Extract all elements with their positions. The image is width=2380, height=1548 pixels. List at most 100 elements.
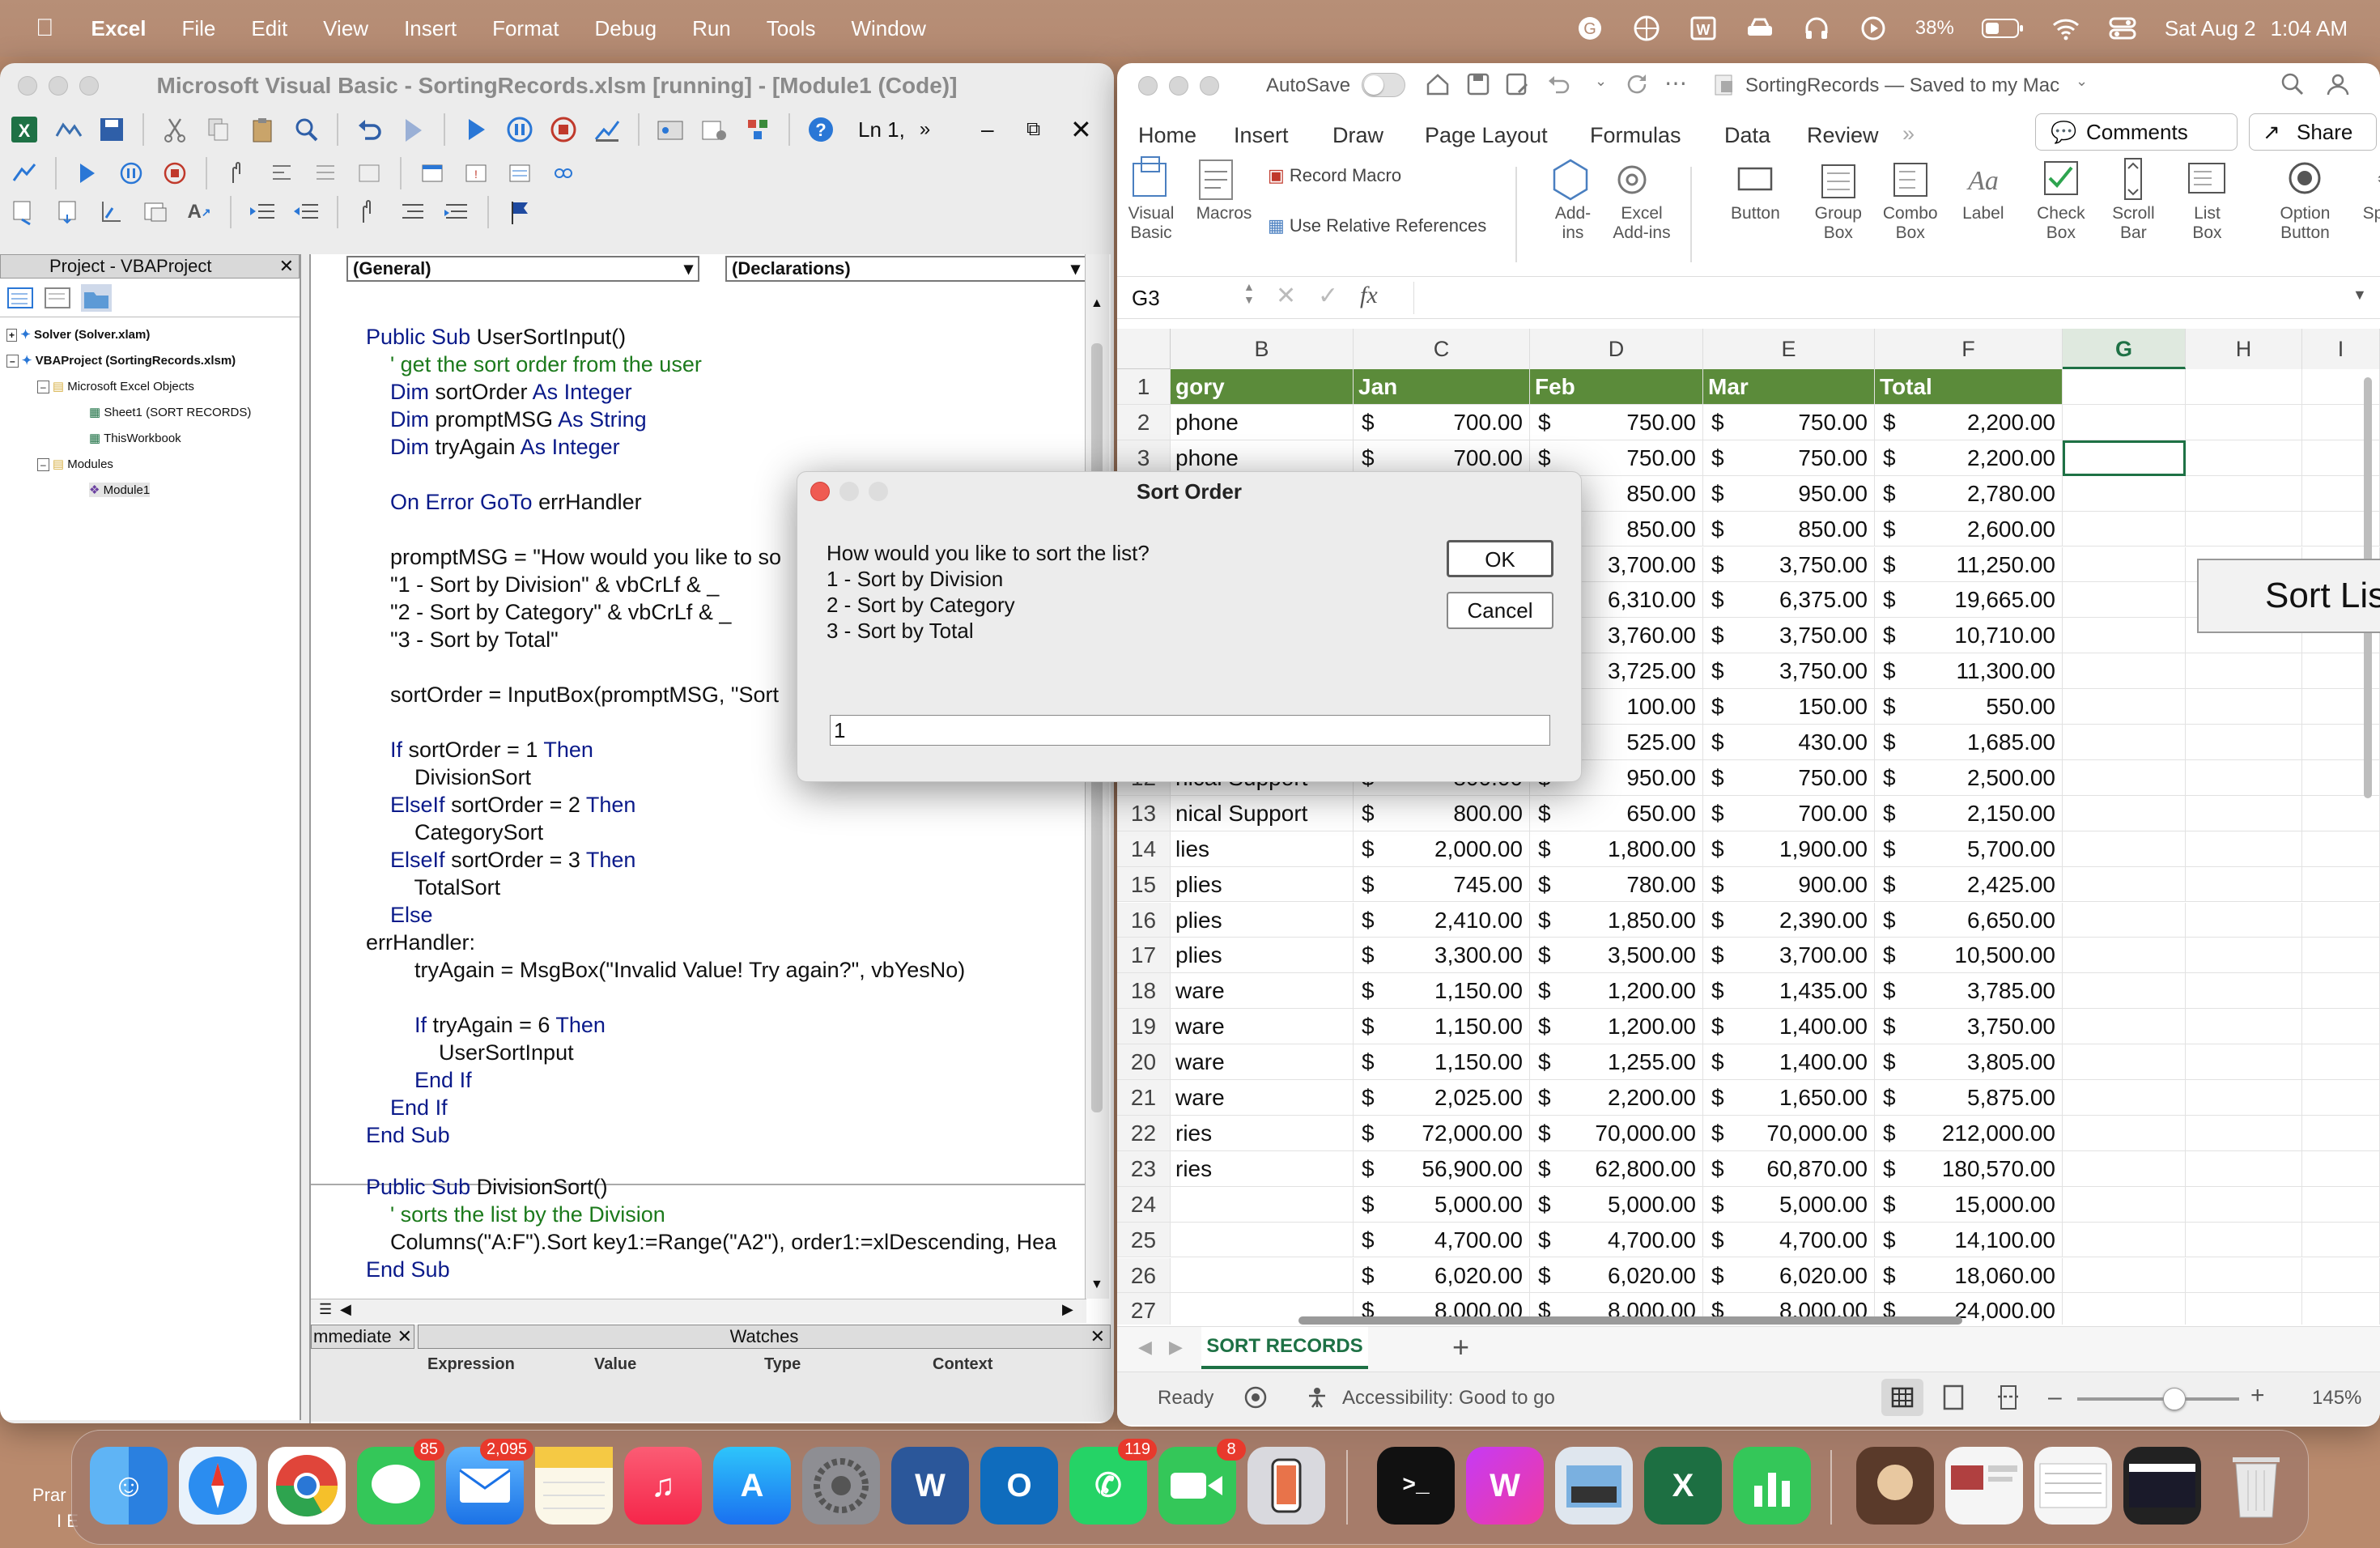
- cell-amount[interactable]: $3,750.00: [1703, 653, 1875, 690]
- tab-insert[interactable]: Insert: [1234, 123, 1289, 148]
- facetime-icon[interactable]: 8: [1158, 1439, 1246, 1525]
- chrome-icon[interactable]: [268, 1447, 346, 1525]
- bookmark-icon[interactable]: [502, 194, 538, 230]
- relative-references-button[interactable]: ▦ Use Relative References: [1268, 215, 1486, 236]
- desktop-label[interactable]: Prar: [32, 1485, 66, 1506]
- cell-g[interactable]: [2063, 1080, 2186, 1116]
- form-control-label[interactable]: Aa Label: [1955, 155, 2012, 223]
- tree-excel-objects[interactable]: – ▤ Microsoft Excel Objects: [37, 379, 194, 393]
- cell-h[interactable]: [2186, 831, 2302, 867]
- cell-category[interactable]: lies: [1171, 831, 1354, 867]
- cell-category[interactable]: nical Support: [1171, 795, 1354, 831]
- cell-amount[interactable]: $1,400.00: [1703, 1009, 1875, 1045]
- cell-h[interactable]: [2186, 902, 2302, 938]
- cell-amount[interactable]: $5,000.00: [1530, 1186, 1703, 1223]
- wifi-icon[interactable]: [2051, 14, 2080, 43]
- cell-amount[interactable]: $5,000.00: [1354, 1186, 1530, 1223]
- globe-icon[interactable]: [1632, 14, 1661, 43]
- sort-order-input[interactable]: 1: [830, 715, 1550, 746]
- cell-amount[interactable]: $4,700.00: [1703, 1222, 1875, 1258]
- header-jan[interactable]: Jan: [1354, 369, 1530, 405]
- save-icon[interactable]: [1465, 71, 1491, 97]
- code-line[interactable]: ElseIf sortOrder = 3 Then: [366, 847, 635, 873]
- cell-amount[interactable]: $6,650.00: [1875, 902, 2063, 938]
- cell-g[interactable]: [2063, 1186, 2186, 1223]
- excel-add-ins-button[interactable]: Excel Add-ins: [1608, 155, 1676, 243]
- expand-formula-icon[interactable]: ▼: [2352, 287, 2367, 304]
- cell-i[interactable]: [2302, 1044, 2380, 1080]
- project-explorer-icon[interactable]: [652, 112, 688, 147]
- close-code-icon[interactable]: ✕: [1070, 114, 1092, 145]
- dialog-close-button[interactable]: [810, 482, 830, 501]
- code-line[interactable]: "3 - Sort by Total": [366, 627, 559, 653]
- search-icon[interactable]: [2280, 71, 2306, 97]
- cell-g[interactable]: [2063, 759, 2186, 796]
- name-box[interactable]: G3: [1125, 282, 1255, 314]
- cell-amount[interactable]: $2,025.00: [1354, 1080, 1530, 1116]
- cell-category[interactable]: plies: [1171, 938, 1354, 974]
- undo-dropdown-icon[interactable]: ⌄: [1595, 73, 1607, 90]
- cell-category[interactable]: ware: [1171, 1080, 1354, 1116]
- column-header-g[interactable]: G: [2063, 329, 2186, 369]
- ok-button[interactable]: OK: [1447, 540, 1553, 577]
- parameter-info-icon[interactable]: [138, 194, 173, 230]
- comments-button[interactable]: 💬 Comments: [2035, 113, 2238, 151]
- code-line[interactable]: errHandler:: [366, 929, 475, 955]
- cell-amount[interactable]: $1,255.00: [1530, 1044, 1703, 1080]
- cell-h[interactable]: [2186, 511, 2302, 547]
- app-store-icon[interactable]: A: [713, 1447, 791, 1525]
- cell-amount[interactable]: $2,425.00: [1875, 866, 2063, 903]
- cell-g[interactable]: [2063, 475, 2186, 512]
- terminal-icon[interactable]: >_: [1377, 1447, 1455, 1525]
- excel-traffic-lights[interactable]: [1138, 76, 1219, 96]
- cell-h[interactable]: [2186, 404, 2302, 440]
- cell-amount[interactable]: $3,750.00: [1875, 1009, 2063, 1045]
- outlook-icon[interactable]: O: [980, 1447, 1058, 1525]
- minimize-code-icon[interactable]: –: [981, 117, 994, 142]
- accessibility-icon[interactable]: [1305, 1385, 1329, 1410]
- next-sheet-icon[interactable]: ▶: [1169, 1337, 1183, 1358]
- iphone-mirroring-icon[interactable]: [1247, 1447, 1325, 1525]
- cell-h[interactable]: [2186, 653, 2302, 690]
- menu-run[interactable]: Run: [692, 16, 731, 41]
- column-header-e[interactable]: E: [1703, 329, 1875, 369]
- reset-icon[interactable]: [546, 112, 581, 147]
- redo-icon[interactable]: [1624, 71, 1650, 97]
- whatsapp-icon[interactable]: ✆ 119: [1069, 1439, 1157, 1525]
- tree-module1[interactable]: ❖ Module1: [89, 483, 151, 497]
- code-line[interactable]: promptMSG = "How would you like to so: [366, 544, 781, 570]
- cell-amount[interactable]: $72,000.00: [1354, 1115, 1530, 1151]
- cell-category[interactable]: [1171, 1222, 1354, 1258]
- cell-g[interactable]: [2063, 653, 2186, 690]
- row-header-1[interactable]: 1: [1117, 369, 1171, 405]
- column-header-f[interactable]: F: [1875, 329, 2063, 369]
- cell-i[interactable]: [2302, 1186, 2380, 1223]
- row-header[interactable]: 14: [1117, 831, 1171, 867]
- code-line[interactable]: Dim promptMSG As String: [366, 406, 647, 432]
- cell-h[interactable]: [2186, 759, 2302, 796]
- watch-window-icon[interactable]: [502, 155, 538, 191]
- menu-debug[interactable]: Debug: [594, 16, 657, 41]
- control-center-icon[interactable]: [2108, 14, 2137, 43]
- cell-g[interactable]: [2063, 1257, 2186, 1294]
- code-line[interactable]: UserSortInput: [366, 1040, 574, 1065]
- tree-vbaproject[interactable]: – ✦ VBAProject (SortingRecords.xlsm): [6, 353, 236, 368]
- code-line[interactable]: ' get the sort order from the user: [366, 351, 702, 377]
- code-line[interactable]: "1 - Sort by Division" & vbCrLf & _: [366, 572, 719, 598]
- run-icon[interactable]: [458, 112, 494, 147]
- form-control-option-button[interactable]: Option Button: [2267, 155, 2342, 243]
- cell-h[interactable]: [2186, 1009, 2302, 1045]
- tab-home[interactable]: Home: [1138, 123, 1196, 148]
- code-line[interactable]: Else: [366, 902, 433, 928]
- macro-record-icon[interactable]: [1243, 1385, 1268, 1410]
- row-header[interactable]: 22: [1117, 1115, 1171, 1151]
- cell-category[interactable]: [1171, 1186, 1354, 1223]
- cell-h[interactable]: [2186, 1115, 2302, 1151]
- cell-amount[interactable]: $745.00: [1354, 866, 1530, 903]
- cell-amount[interactable]: $5,700.00: [1875, 831, 2063, 867]
- cell-g[interactable]: [2063, 1293, 2186, 1325]
- code-line[interactable]: "2 - Sort by Category" & vbCrLf & _: [366, 599, 731, 625]
- row-header[interactable]: 25: [1117, 1222, 1171, 1258]
- sheet-tab-sort-records[interactable]: SORT RECORDS: [1201, 1327, 1368, 1369]
- cell-g[interactable]: [2063, 511, 2186, 547]
